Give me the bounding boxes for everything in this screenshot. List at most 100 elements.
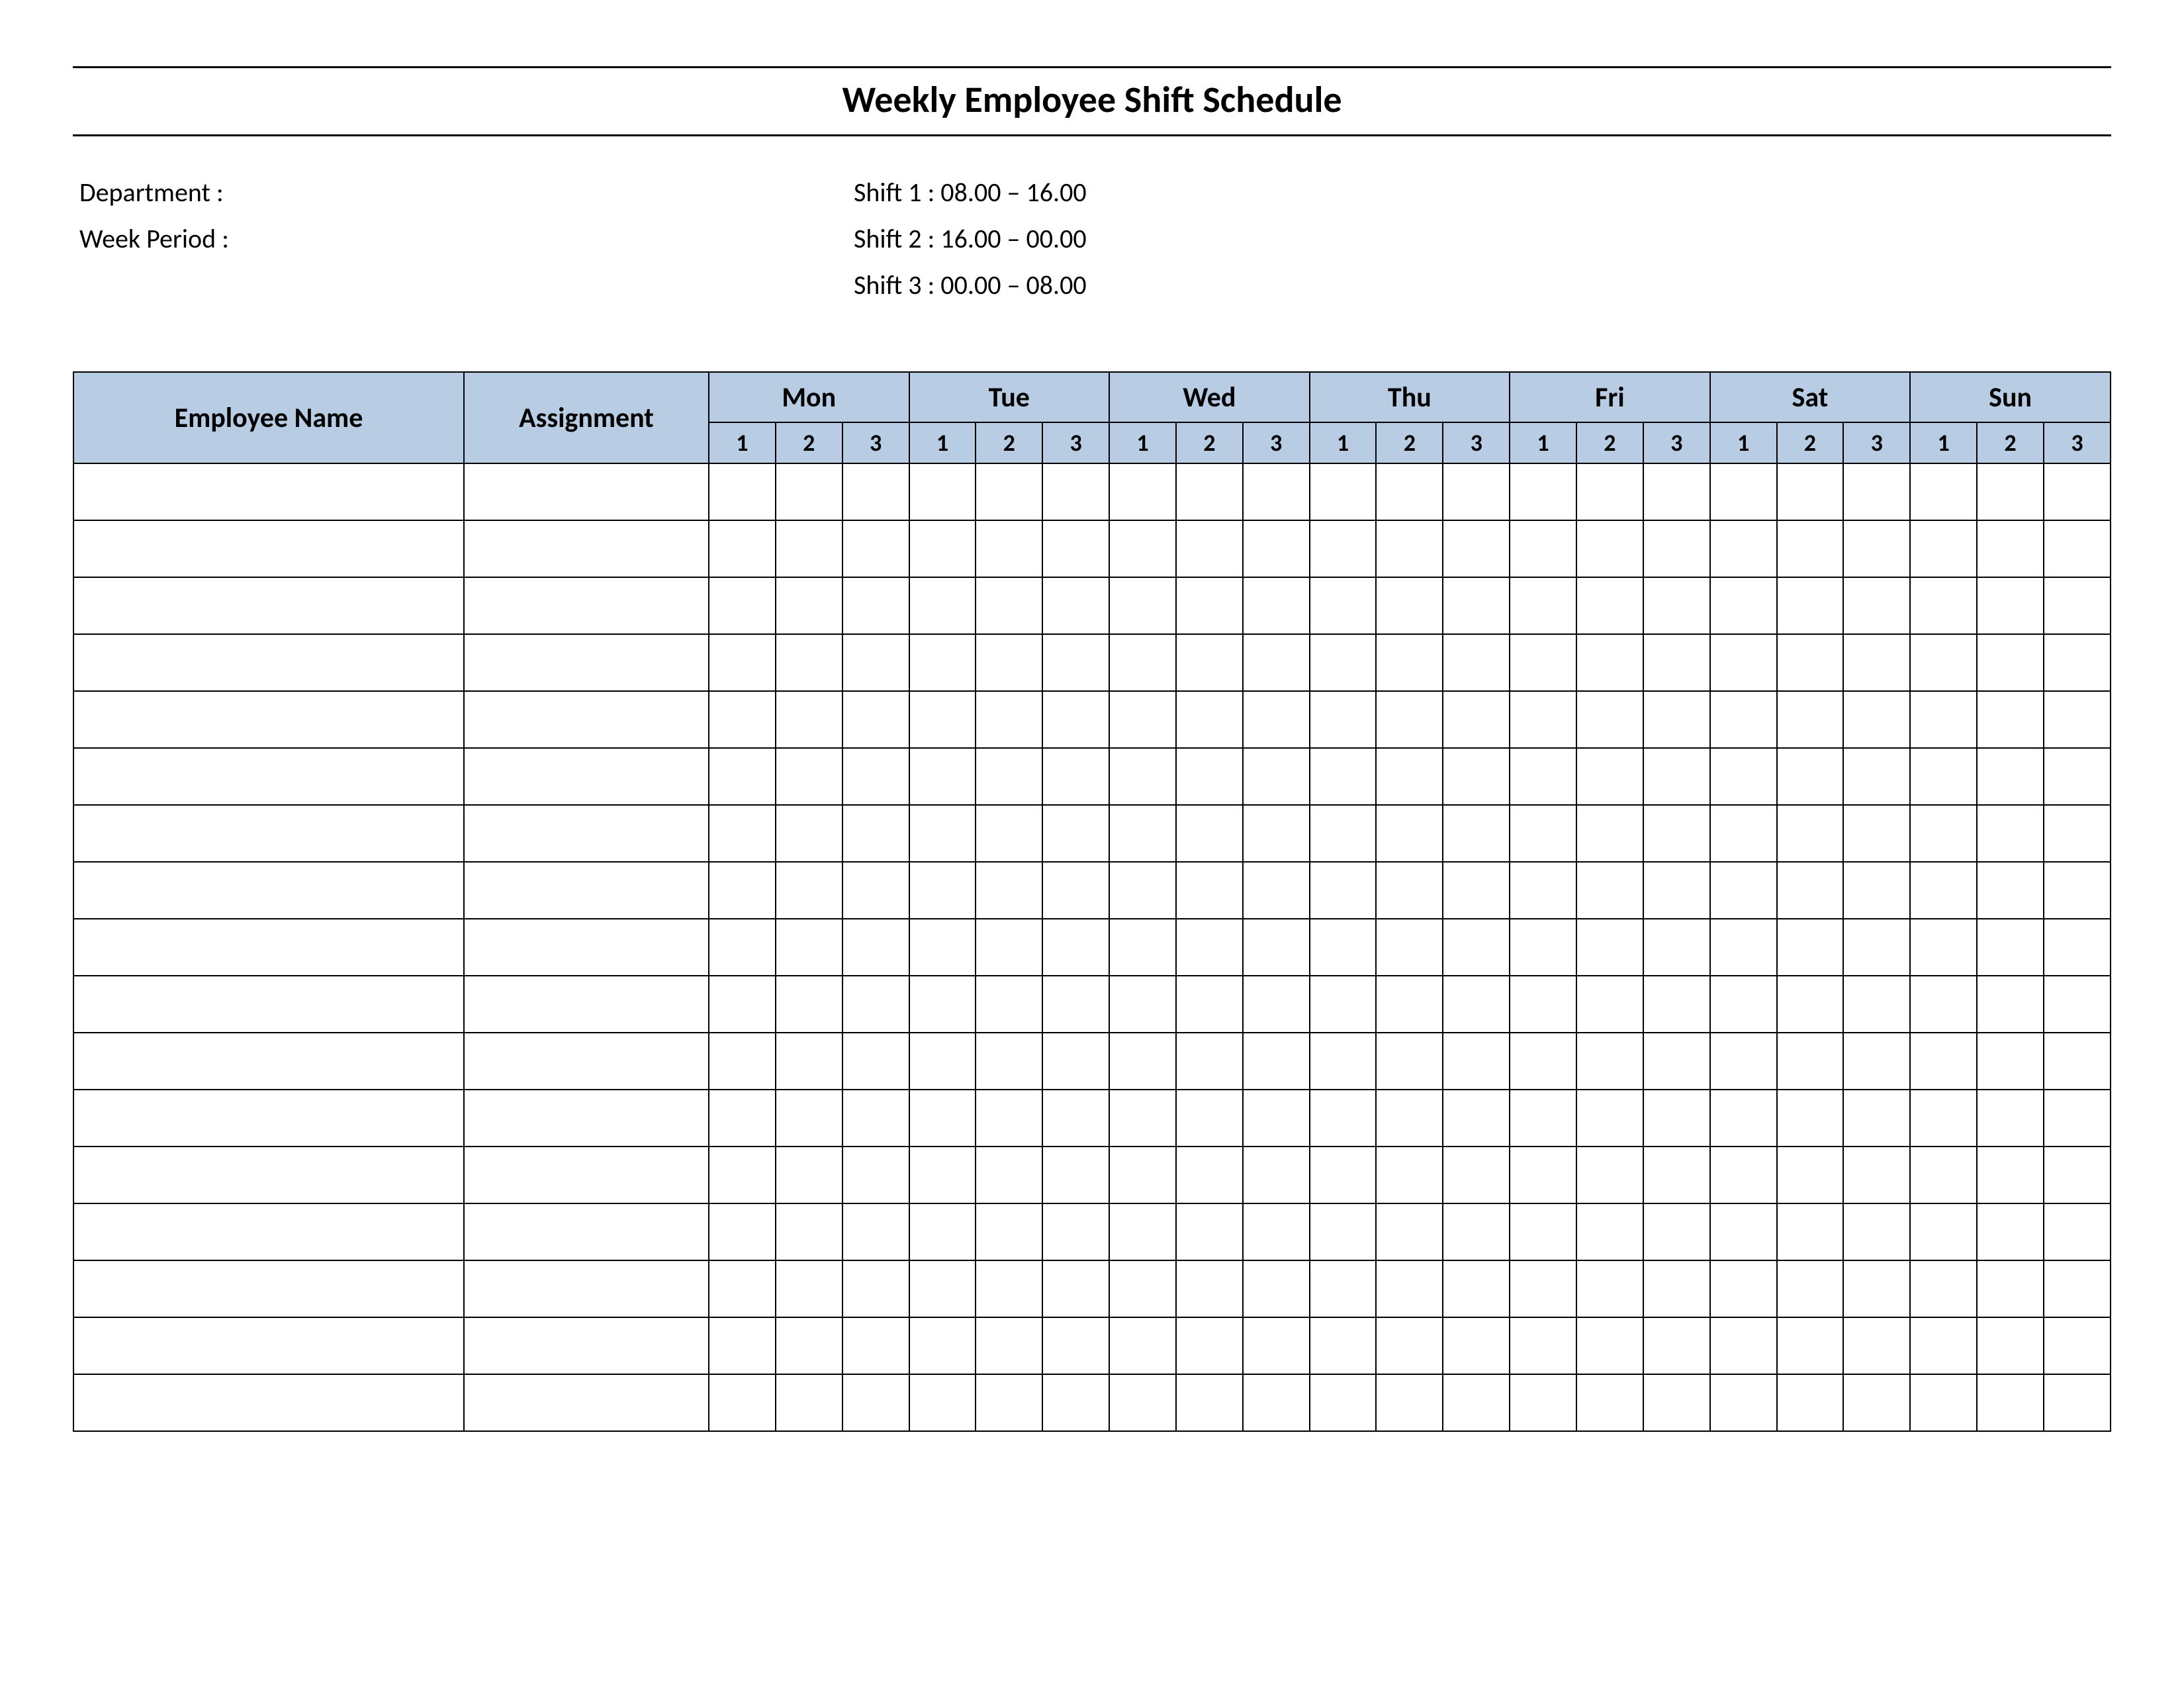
cell-shift[interactable] (1710, 520, 1777, 577)
cell-shift[interactable] (2044, 862, 2111, 919)
cell-shift[interactable] (2044, 1203, 2111, 1260)
cell-shift[interactable] (1643, 634, 1710, 691)
cell-shift[interactable] (1710, 862, 1777, 919)
cell-shift[interactable] (1243, 463, 1310, 520)
cell-shift[interactable] (1510, 805, 1576, 862)
cell-shift[interactable] (1109, 1090, 1176, 1147)
cell-shift[interactable] (1576, 1090, 1643, 1147)
cell-shift[interactable] (1843, 748, 1910, 805)
cell-shift[interactable] (1443, 976, 1510, 1033)
cell-shift[interactable] (709, 634, 776, 691)
cell-assignment[interactable] (464, 919, 709, 976)
cell-shift[interactable] (1710, 805, 1777, 862)
cell-shift[interactable] (842, 520, 909, 577)
cell-shift[interactable] (709, 1090, 776, 1147)
cell-shift[interactable] (1376, 1260, 1443, 1317)
cell-shift[interactable] (1910, 919, 1977, 976)
cell-shift[interactable] (1910, 862, 1977, 919)
cell-shift[interactable] (709, 919, 776, 976)
cell-shift[interactable] (1109, 691, 1176, 748)
cell-shift[interactable] (1843, 1147, 1910, 1203)
cell-shift[interactable] (1777, 577, 1844, 634)
cell-shift[interactable] (1910, 976, 1977, 1033)
cell-shift[interactable] (776, 1374, 842, 1431)
cell-assignment[interactable] (464, 1317, 709, 1374)
cell-shift[interactable] (1042, 1203, 1109, 1260)
cell-shift[interactable] (1643, 1260, 1710, 1317)
cell-shift[interactable] (776, 691, 842, 748)
cell-shift[interactable] (2044, 1374, 2111, 1431)
cell-shift[interactable] (909, 1374, 976, 1431)
cell-shift[interactable] (1443, 691, 1510, 748)
cell-shift[interactable] (1977, 1203, 2044, 1260)
cell-shift[interactable] (776, 634, 842, 691)
cell-shift[interactable] (1109, 748, 1176, 805)
cell-shift[interactable] (1910, 577, 1977, 634)
cell-shift[interactable] (1042, 976, 1109, 1033)
cell-shift[interactable] (709, 691, 776, 748)
cell-shift[interactable] (1376, 1317, 1443, 1374)
cell-shift[interactable] (2044, 1147, 2111, 1203)
cell-shift[interactable] (1710, 577, 1777, 634)
cell-shift[interactable] (1977, 805, 2044, 862)
cell-shift[interactable] (1510, 634, 1576, 691)
cell-shift[interactable] (1977, 1147, 2044, 1203)
cell-shift[interactable] (1510, 1090, 1576, 1147)
cell-shift[interactable] (1843, 1033, 1910, 1090)
cell-assignment[interactable] (464, 1203, 709, 1260)
cell-shift[interactable] (1243, 1317, 1310, 1374)
cell-shift[interactable] (1376, 1033, 1443, 1090)
cell-shift[interactable] (1710, 691, 1777, 748)
cell-shift[interactable] (976, 748, 1042, 805)
cell-shift[interactable] (1109, 919, 1176, 976)
cell-shift[interactable] (1510, 976, 1576, 1033)
cell-shift[interactable] (1710, 1090, 1777, 1147)
cell-employee-name[interactable] (73, 1033, 464, 1090)
cell-shift[interactable] (1310, 1090, 1377, 1147)
cell-shift[interactable] (1109, 634, 1176, 691)
cell-shift[interactable] (1376, 919, 1443, 976)
cell-shift[interactable] (1710, 634, 1777, 691)
cell-shift[interactable] (1443, 463, 1510, 520)
cell-shift[interactable] (1977, 691, 2044, 748)
cell-shift[interactable] (1376, 1374, 1443, 1431)
cell-shift[interactable] (842, 1203, 909, 1260)
cell-shift[interactable] (976, 805, 1042, 862)
cell-shift[interactable] (1042, 691, 1109, 748)
cell-shift[interactable] (1109, 463, 1176, 520)
cell-shift[interactable] (1310, 748, 1377, 805)
cell-shift[interactable] (909, 748, 976, 805)
cell-shift[interactable] (1910, 520, 1977, 577)
cell-shift[interactable] (1243, 919, 1310, 976)
cell-shift[interactable] (1843, 691, 1910, 748)
cell-shift[interactable] (1443, 919, 1510, 976)
cell-shift[interactable] (1510, 1260, 1576, 1317)
cell-shift[interactable] (909, 577, 976, 634)
cell-shift[interactable] (1310, 520, 1377, 577)
cell-shift[interactable] (1777, 520, 1844, 577)
cell-shift[interactable] (1910, 805, 1977, 862)
cell-shift[interactable] (1243, 1203, 1310, 1260)
cell-shift[interactable] (1243, 1260, 1310, 1317)
cell-assignment[interactable] (464, 1374, 709, 1431)
cell-shift[interactable] (1376, 976, 1443, 1033)
cell-shift[interactable] (1643, 1147, 1710, 1203)
cell-shift[interactable] (1643, 1090, 1710, 1147)
cell-shift[interactable] (1376, 805, 1443, 862)
cell-shift[interactable] (1843, 577, 1910, 634)
cell-shift[interactable] (1910, 1317, 1977, 1374)
cell-assignment[interactable] (464, 691, 709, 748)
cell-shift[interactable] (1176, 1374, 1243, 1431)
cell-shift[interactable] (1576, 862, 1643, 919)
cell-shift[interactable] (2044, 463, 2111, 520)
cell-shift[interactable] (1376, 634, 1443, 691)
cell-assignment[interactable] (464, 1260, 709, 1317)
cell-shift[interactable] (776, 748, 842, 805)
cell-shift[interactable] (776, 1260, 842, 1317)
cell-shift[interactable] (1576, 634, 1643, 691)
cell-shift[interactable] (909, 919, 976, 976)
cell-shift[interactable] (976, 1317, 1042, 1374)
cell-assignment[interactable] (464, 1090, 709, 1147)
cell-shift[interactable] (1310, 691, 1377, 748)
cell-shift[interactable] (1843, 520, 1910, 577)
